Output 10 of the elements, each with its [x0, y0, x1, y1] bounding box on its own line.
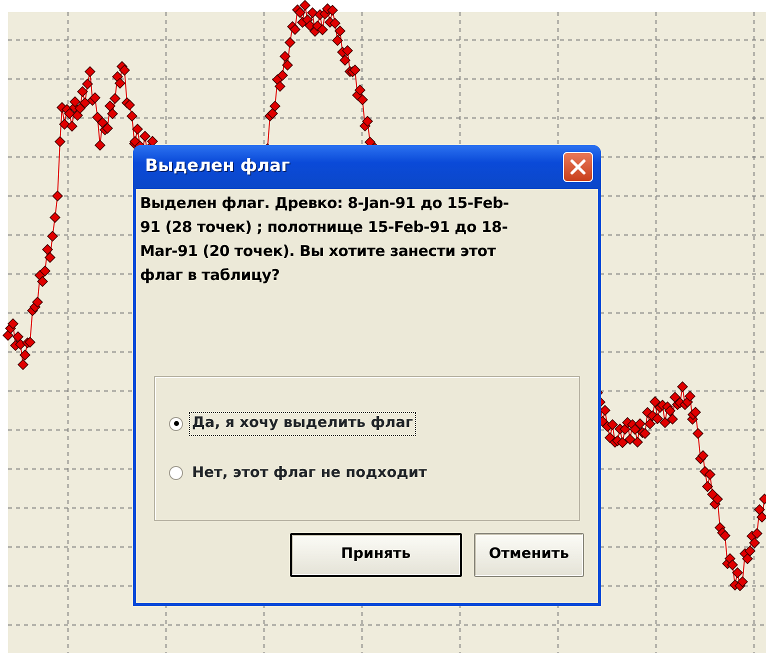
radio-button[interactable]	[169, 466, 183, 480]
radio-label[interactable]: Нет, этот флаг не подходит	[189, 462, 430, 486]
close-button[interactable]	[563, 152, 593, 182]
radio-label[interactable]: Да, я хочу выделить флаг	[189, 412, 416, 436]
message-text: Выделен флаг. Древко: 8-Jan-91 до 15-Feb-91 (28 точек) ; полотнище 15-Feb-91 до 18-Mar-91 (20 точек). Вы хотите занести этот флаг в таблицу?	[139, 193, 510, 286]
close-icon	[569, 158, 587, 176]
window-title: Выделен флаг	[145, 155, 290, 178]
radio-button[interactable]	[169, 416, 183, 431]
dialog-button[interactable]: Отменить	[474, 533, 584, 577]
dialog-button[interactable]: Принять	[290, 533, 462, 577]
